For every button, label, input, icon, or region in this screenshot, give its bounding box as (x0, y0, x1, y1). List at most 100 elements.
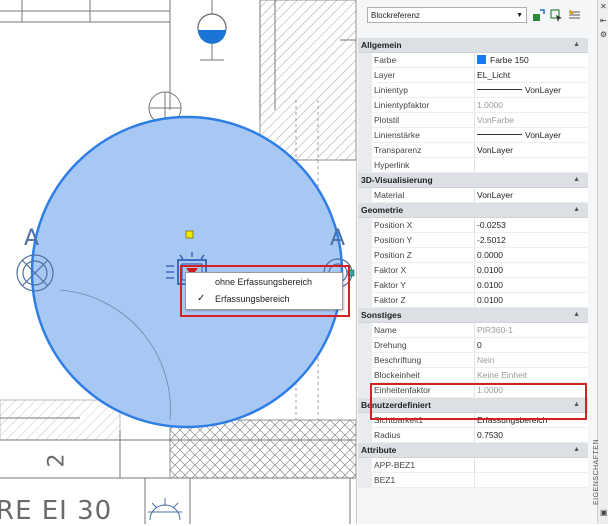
property-value-text: 0.0000 (477, 250, 503, 260)
property-value[interactable]: -2.5012 (475, 233, 588, 247)
property-name: Farbe (372, 53, 475, 67)
settings-icon[interactable]: ⚙ (600, 30, 607, 39)
row-gutter (358, 218, 372, 232)
category-3d-visualisierung[interactable]: 3D-Visualisierung ▲ (358, 173, 588, 188)
grip-handle[interactable] (185, 230, 194, 239)
property-value[interactable]: -0.0253 (475, 218, 588, 232)
property-name: APP-BEZ1 (372, 458, 475, 472)
property-row-linienst-rke[interactable]: Linienstärke VonLayer (358, 128, 588, 143)
category-allgemein[interactable]: Allgemein ▲ (358, 38, 588, 53)
property-value[interactable]: VonFarbe (475, 113, 588, 127)
property-row-faktor-x[interactable]: Faktor X 0.0100 (358, 263, 588, 278)
property-row-material[interactable]: Material VonLayer (358, 188, 588, 203)
properties-toolbar: Blockreferenz ▼ (357, 0, 597, 30)
property-name: Hyperlink (372, 158, 475, 172)
property-value[interactable]: 0.0100 (475, 293, 588, 307)
property-value[interactable]: 0.0100 (475, 278, 588, 292)
property-value[interactable]: 0.0000 (475, 248, 588, 262)
property-value-text: VonLayer (477, 190, 513, 200)
property-value-text: -2.5012 (477, 235, 506, 245)
property-value[interactable]: EL_Licht (475, 68, 588, 82)
row-gutter (358, 278, 372, 292)
property-value[interactable]: Keine Einheit (475, 368, 588, 382)
hatched-wall-left (0, 399, 121, 441)
property-row-beschriftung[interactable]: Beschriftung Nein (358, 353, 588, 368)
row-gutter (358, 53, 372, 67)
property-value-text: VonLayer (525, 85, 561, 95)
property-name: Beschriftung (372, 353, 475, 367)
property-value[interactable] (475, 158, 588, 172)
property-row-position-x[interactable]: Position X -0.0253 (358, 218, 588, 233)
property-value[interactable]: 0.7530 (475, 428, 588, 442)
property-row-hyperlink[interactable]: Hyperlink (358, 158, 588, 173)
property-row-linientyp[interactable]: Linientyp VonLayer (358, 83, 588, 98)
autohide-icon[interactable]: ⇤ (600, 16, 607, 25)
row-gutter (358, 473, 372, 487)
property-row-linientypfaktor[interactable]: Linientypfaktor 1.0000 (358, 98, 588, 113)
select-objects-icon[interactable] (550, 8, 563, 22)
property-value[interactable]: VonLayer (475, 143, 588, 157)
property-row-layer[interactable]: Layer EL_Licht (358, 68, 588, 83)
property-value[interactable]: PIR360-1 (475, 323, 588, 337)
property-value[interactable]: 0.0100 (475, 263, 588, 277)
property-row-position-z[interactable]: Position Z 0.0000 (358, 248, 588, 263)
property-value[interactable] (475, 473, 588, 487)
object-type-select[interactable]: Blockreferenz ▼ (367, 7, 527, 23)
property-value-text: VonLayer (477, 145, 513, 155)
property-row-bez1[interactable]: BEZ1 (358, 473, 588, 488)
close-icon[interactable]: ✕ (600, 2, 607, 11)
property-row-drehung[interactable]: Drehung 0 (358, 338, 588, 353)
property-name: Position Y (372, 233, 475, 247)
property-value[interactable]: 0 (475, 338, 588, 352)
property-value[interactable]: VonLayer (475, 188, 588, 202)
category-attribute[interactable]: Attribute ▲ (358, 443, 588, 458)
fire-rating-label: RE EI 30 (0, 496, 113, 526)
property-value-text: Keine Einheit (477, 370, 528, 380)
property-value-text: 0.7530 (477, 430, 503, 440)
row-gutter (358, 368, 372, 382)
property-name: Plotstil (372, 113, 475, 127)
row-gutter (358, 323, 372, 337)
property-value[interactable]: Nein (475, 353, 588, 367)
property-row-farbe[interactable]: Farbe Farbe 150 (358, 53, 588, 68)
property-name: Faktor X (372, 263, 475, 277)
property-name: Position Z (372, 248, 475, 262)
row-gutter (358, 113, 372, 127)
property-row-blockeinheit[interactable]: Blockeinheit Keine Einheit (358, 368, 588, 383)
hatched-wall-bottom (169, 419, 357, 479)
property-name: Faktor Z (372, 293, 475, 307)
linetype-preview-icon (477, 134, 522, 135)
property-name: Faktor Y (372, 278, 475, 292)
category-sonstiges[interactable]: Sonstiges ▲ (358, 308, 588, 323)
property-value[interactable] (475, 458, 588, 472)
row-gutter (358, 128, 372, 142)
toggle-pickadd-icon[interactable] (532, 8, 545, 22)
property-value-text: VonFarbe (477, 115, 514, 125)
row-gutter (358, 188, 372, 202)
property-row-transparenz[interactable]: Transparenz VonLayer (358, 143, 588, 158)
category-geometrie[interactable]: Geometrie ▲ (358, 203, 588, 218)
property-row-position-y[interactable]: Position Y -2.5012 (358, 233, 588, 248)
row-gutter (358, 233, 372, 247)
property-name: BEZ1 (372, 473, 475, 487)
property-value-text: 0.0100 (477, 280, 503, 290)
section-label-right: A (330, 226, 346, 251)
property-row-faktor-y[interactable]: Faktor Y 0.0100 (358, 278, 588, 293)
property-row-faktor-z[interactable]: Faktor Z 0.0100 (358, 293, 588, 308)
property-row-app-bez1[interactable]: APP-BEZ1 (358, 458, 588, 473)
property-name: Linientypfaktor (372, 98, 475, 112)
quick-select-icon[interactable] (568, 8, 581, 22)
property-value[interactable]: 1.0000 (475, 98, 588, 112)
property-value[interactable]: Farbe 150 (475, 53, 588, 67)
property-value[interactable]: VonLayer (475, 83, 588, 97)
property-value[interactable]: VonLayer (475, 128, 588, 142)
drawing-number-label: 2 (44, 453, 70, 468)
row-gutter (358, 98, 372, 112)
property-row-radius[interactable]: Radius 0.7530 (358, 428, 588, 443)
row-gutter (358, 263, 372, 277)
property-value-text: -0.0253 (477, 220, 506, 230)
property-row-plotstil[interactable]: Plotstil VonFarbe (358, 113, 588, 128)
panel-title-vertical: EIGENSCHAFTEN (593, 438, 600, 505)
property-name: Layer (372, 68, 475, 82)
property-row-name[interactable]: Name PIR360-1 (358, 323, 588, 338)
